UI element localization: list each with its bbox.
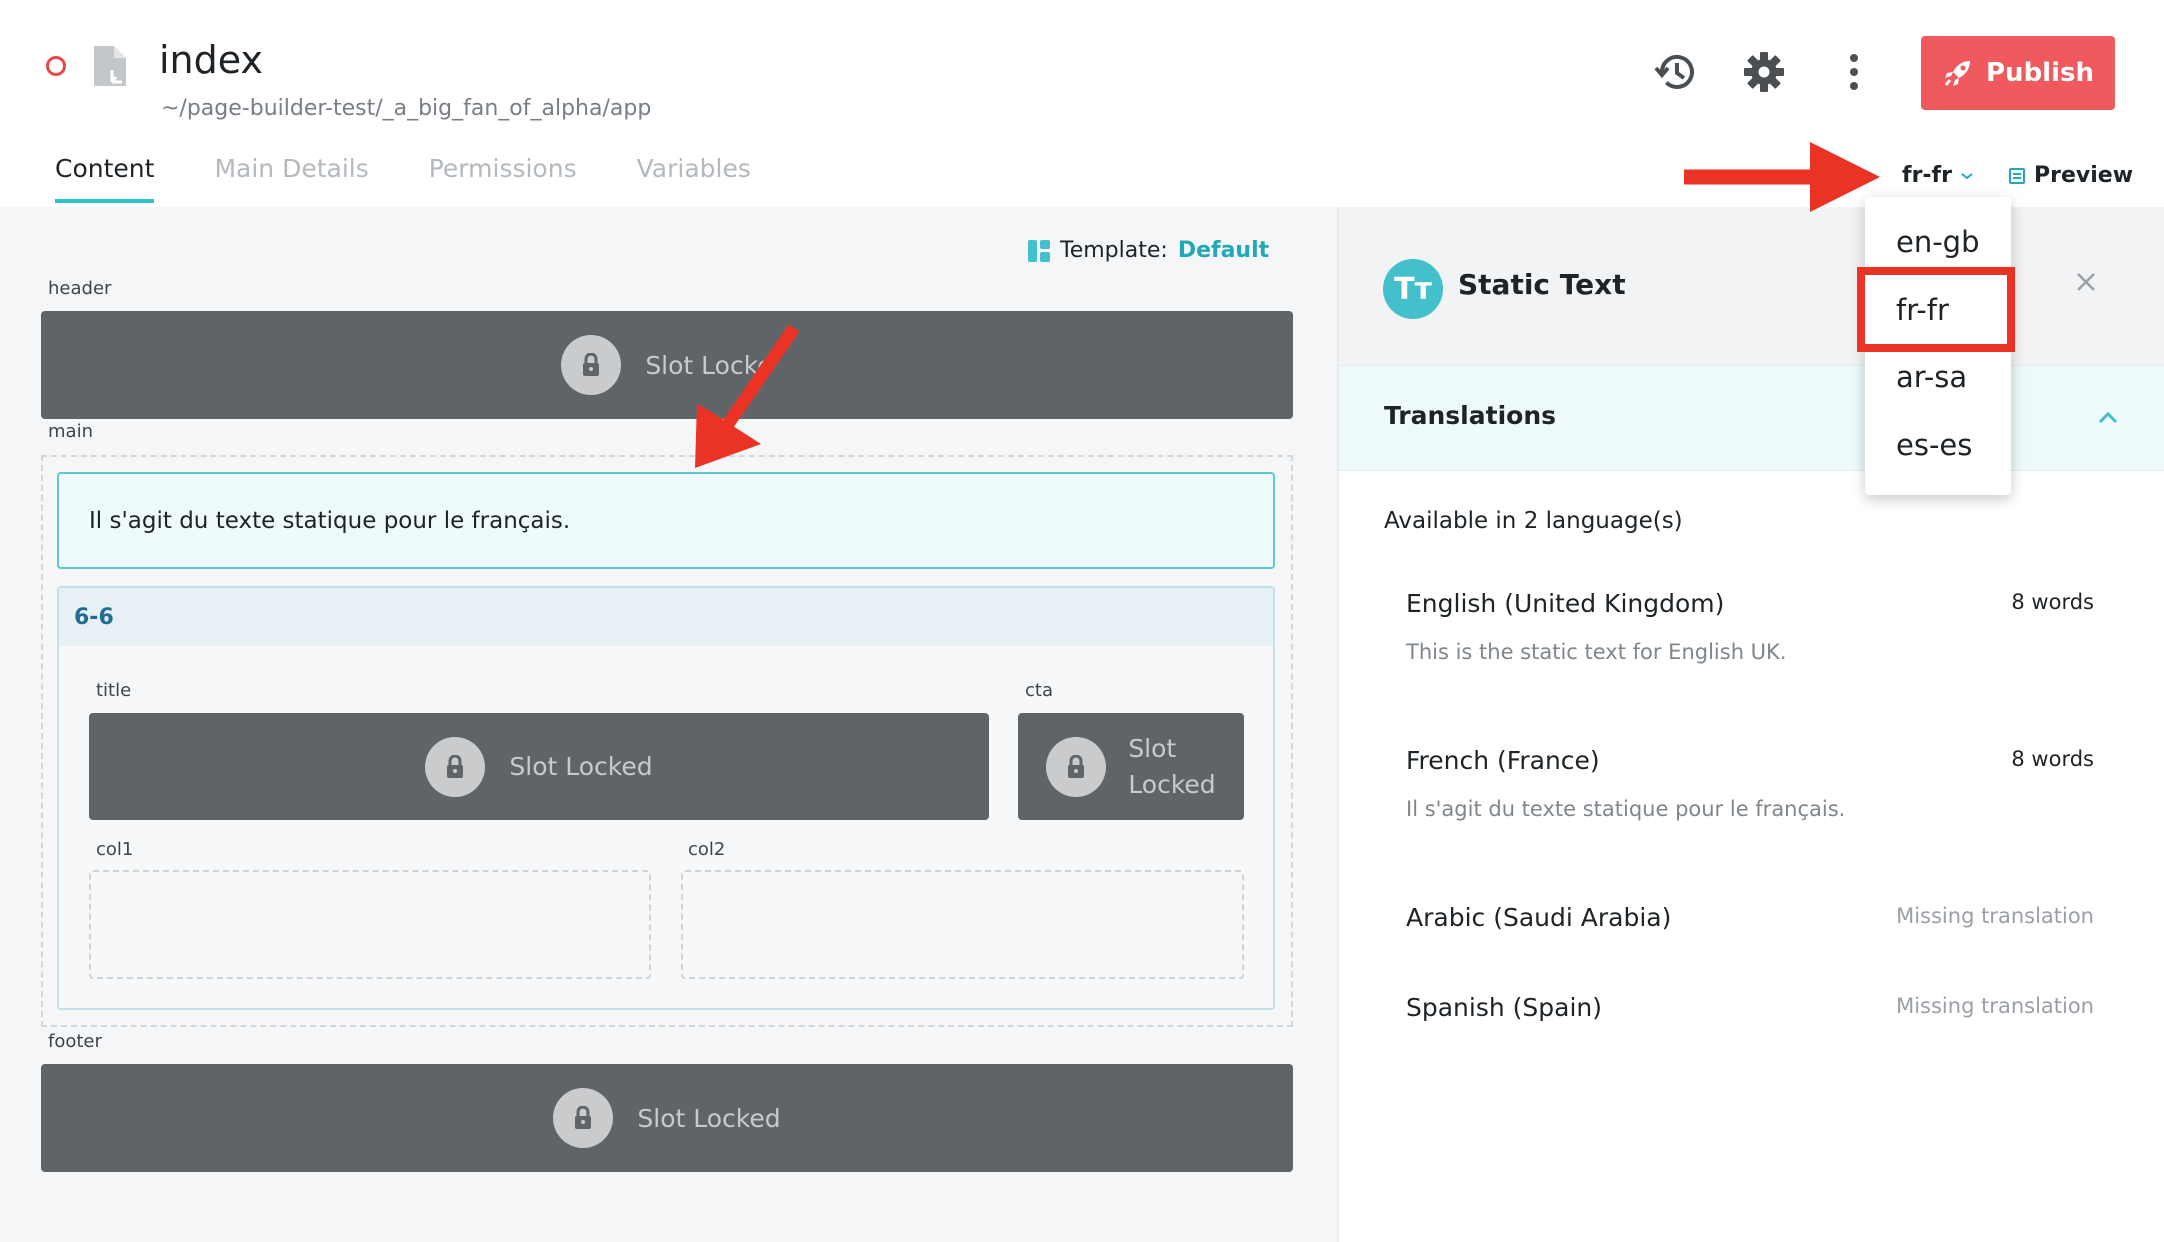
language-name-fr-fr: French (France)	[1406, 746, 1600, 775]
tab-permissions[interactable]: Permissions	[429, 154, 577, 203]
slot-locked-label: Slot Locked	[637, 1103, 781, 1133]
translation-text-fr-fr: Il s'agit du texte statique pour le fran…	[1406, 797, 1846, 821]
footer-slot-label: footer	[48, 1031, 102, 1052]
locale-option-ar-sa[interactable]: ar-sa	[1896, 360, 1967, 394]
locale-option-en-gb[interactable]: en-gb	[1896, 225, 1980, 259]
col1-slot-label: col1	[96, 839, 134, 860]
locale-option-es-es[interactable]: es-es	[1896, 428, 1972, 462]
history-icon[interactable]	[1646, 42, 1706, 102]
gear-icon[interactable]	[1734, 42, 1794, 102]
chevron-down-icon	[1961, 172, 1973, 179]
slot-locked-label: Slot Locked	[509, 752, 653, 781]
publish-button[interactable]: Publish	[1921, 36, 2115, 110]
close-icon[interactable]	[2070, 266, 2102, 298]
publish-label: Publish	[1986, 58, 2094, 88]
preview-label: Preview	[2034, 163, 2134, 188]
template-value: Default	[1177, 238, 1270, 263]
col1-empty-slot[interactable]	[89, 870, 651, 979]
unpublished-status-icon	[46, 56, 66, 76]
slot-word: Slot	[1128, 733, 1177, 763]
grid-header: 6-6	[59, 588, 1273, 646]
static-text-block[interactable]: Il s'agit du texte statique pour le fran…	[57, 472, 1275, 569]
page-file-icon	[90, 44, 130, 88]
slot-locked-label: Slot Locked	[1128, 731, 1215, 803]
chevron-up-icon[interactable]	[2092, 402, 2124, 434]
title-slot-label: title	[96, 680, 132, 701]
slot-locked-label: Slot Locke	[645, 350, 773, 380]
translations-title: Translations	[1384, 401, 1556, 430]
language-name-en-gb: English (United Kingdom)	[1406, 589, 1725, 618]
language-name-ar-sa: Arabic (Saudi Arabia)	[1406, 903, 1672, 932]
tab-content[interactable]: Content	[55, 154, 155, 203]
header-locked-slot[interactable]: Slot Locke	[41, 311, 1293, 419]
footer-locked-slot[interactable]: Slot Locked	[41, 1064, 1293, 1172]
missing-translation-ar-sa: Missing translation	[1896, 904, 2094, 928]
lock-icon	[1046, 736, 1107, 797]
preview-button[interactable]: Preview	[2008, 163, 2133, 188]
lock-icon	[553, 1088, 614, 1148]
language-name-es-es: Spanish (Spain)	[1406, 993, 1603, 1022]
page-path: ~/page-builder-test/_a_big_fan_of_alpha/…	[161, 96, 652, 121]
header-slot-label: header	[48, 278, 112, 299]
locale-current: fr-fr	[1902, 163, 1952, 188]
preview-icon	[2009, 167, 2025, 184]
template-label: Template:	[1060, 238, 1168, 263]
cta-locked-slot[interactable]: Slot Locked	[1018, 713, 1244, 820]
col2-slot-label: col2	[688, 839, 726, 860]
tab-variables[interactable]: Variables	[637, 154, 751, 203]
tab-main-details[interactable]: Main Details	[214, 154, 368, 203]
panel-title: Static Text	[1458, 268, 1626, 301]
lock-icon	[425, 736, 486, 797]
tab-bar: Content Main Details Permissions Variabl…	[55, 154, 751, 203]
title-locked-slot[interactable]: Slot Locked	[89, 713, 989, 820]
missing-translation-es-es: Missing translation	[1896, 994, 2094, 1018]
word-count-fr-fr: 8 words	[2011, 747, 2094, 771]
annotation-highlight-box	[1857, 267, 2015, 352]
template-indicator[interactable]: Template: Default	[1028, 238, 1269, 263]
rocket-icon	[1944, 61, 1970, 86]
cta-slot-label: cta	[1025, 680, 1053, 701]
static-text-type-icon: Tт	[1383, 259, 1443, 319]
available-languages-count: Available in 2 language(s)	[1384, 508, 1683, 534]
word-count-en-gb: 8 words	[2011, 590, 2094, 614]
main-slot-label: main	[48, 421, 93, 442]
locked-word: Locked	[1128, 769, 1216, 799]
page-title: index	[159, 38, 263, 82]
more-vertical-icon[interactable]	[1824, 42, 1884, 102]
template-icon	[1028, 239, 1050, 262]
locale-select[interactable]: fr-fr	[1902, 163, 1974, 188]
translation-text-en-gb: This is the static text for English UK.	[1406, 640, 1787, 664]
col2-empty-slot[interactable]	[681, 870, 1244, 979]
lock-icon	[561, 335, 622, 395]
